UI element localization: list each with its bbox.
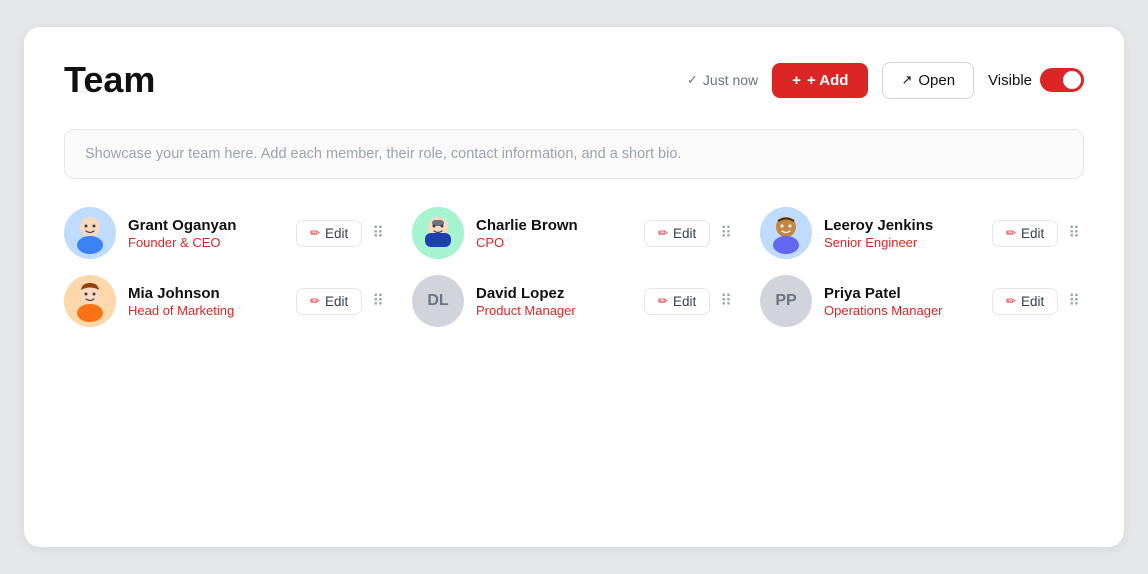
member-row: Mia Johnson Head of Marketing ✏ Edit ⠿	[64, 275, 388, 327]
drag-handle-icon[interactable]: ⠿	[1064, 221, 1084, 245]
plus-icon: +	[792, 72, 801, 89]
drag-handle-icon[interactable]: ⠿	[716, 221, 736, 245]
team-card: Team ✓ Just now + + Add ↗ Open Visible	[24, 27, 1124, 547]
toggle-slider	[1040, 68, 1084, 92]
drag-handle-icon[interactable]: ⠿	[716, 289, 736, 313]
edit-icon: ✏	[310, 226, 320, 240]
edit-label: Edit	[673, 226, 696, 241]
description-box: Showcase your team here. Add each member…	[64, 129, 1084, 179]
member-role: Operations Manager	[824, 303, 980, 318]
member-info: Mia Johnson Head of Marketing	[128, 284, 284, 319]
page-title: Team	[64, 59, 155, 101]
visible-label: Visible	[988, 72, 1032, 89]
member-name: Charlie Brown	[476, 216, 632, 236]
member-name: Grant Oganyan	[128, 216, 284, 236]
edit-label: Edit	[325, 294, 348, 309]
edit-icon: ✏	[1006, 226, 1016, 240]
add-button[interactable]: + + Add	[772, 63, 868, 98]
member-name: David Lopez	[476, 284, 632, 304]
member-role: Head of Marketing	[128, 303, 284, 318]
edit-label: Edit	[673, 294, 696, 309]
edit-label: Edit	[1021, 226, 1044, 241]
edit-icon: ✏	[658, 226, 668, 240]
member-actions: ✏ Edit ⠿	[644, 220, 736, 247]
drag-handle-icon[interactable]: ⠿	[1064, 289, 1084, 313]
saved-text: Just now	[703, 72, 758, 88]
description-text: Showcase your team here. Add each member…	[85, 146, 681, 162]
avatar: DL	[412, 275, 464, 327]
open-label: Open	[918, 72, 955, 89]
add-label: + Add	[807, 72, 849, 89]
edit-button[interactable]: ✏ Edit	[644, 288, 710, 315]
member-row: Leeroy Jenkins Senior Engineer ✏ Edit ⠿	[760, 207, 1084, 259]
visible-toggle[interactable]	[1040, 68, 1084, 92]
edit-button[interactable]: ✏ Edit	[992, 288, 1058, 315]
member-info: Priya Patel Operations Manager	[824, 284, 980, 319]
member-info: Leeroy Jenkins Senior Engineer	[824, 216, 980, 251]
member-name: Priya Patel	[824, 284, 980, 304]
saved-badge: ✓ Just now	[687, 72, 758, 88]
member-actions: ✏ Edit ⠿	[296, 220, 388, 247]
edit-button[interactable]: ✏ Edit	[296, 220, 362, 247]
avatar-initials: PP	[775, 292, 796, 310]
avatar-initials: DL	[427, 292, 448, 310]
avatar: PP	[760, 275, 812, 327]
avatar	[412, 207, 464, 259]
member-row: DL David Lopez Product Manager ✏ Edit ⠿	[412, 275, 736, 327]
member-info: Grant Oganyan Founder & CEO	[128, 216, 284, 251]
member-role: Senior Engineer	[824, 235, 980, 250]
member-info: Charlie Brown CPO	[476, 216, 632, 251]
edit-icon: ✏	[310, 294, 320, 308]
header: Team ✓ Just now + + Add ↗ Open Visible	[64, 59, 1084, 101]
edit-label: Edit	[325, 226, 348, 241]
member-role: CPO	[476, 235, 632, 250]
header-actions: ✓ Just now + + Add ↗ Open Visible	[687, 62, 1084, 99]
edit-button[interactable]: ✏ Edit	[992, 220, 1058, 247]
member-actions: ✏ Edit ⠿	[992, 220, 1084, 247]
edit-button[interactable]: ✏ Edit	[644, 220, 710, 247]
team-grid: Grant Oganyan Founder & CEO ✏ Edit ⠿	[64, 207, 1084, 327]
drag-handle-icon[interactable]: ⠿	[368, 221, 388, 245]
check-icon: ✓	[687, 72, 698, 88]
edit-label: Edit	[1021, 294, 1044, 309]
edit-icon: ✏	[1006, 294, 1016, 308]
member-role: Founder & CEO	[128, 235, 284, 250]
member-info: David Lopez Product Manager	[476, 284, 632, 319]
avatar	[64, 275, 116, 327]
member-name: Mia Johnson	[128, 284, 284, 304]
avatar	[64, 207, 116, 259]
open-icon: ↗	[901, 72, 912, 88]
member-actions: ✏ Edit ⠿	[296, 288, 388, 315]
edit-icon: ✏	[658, 294, 668, 308]
member-row: Charlie Brown CPO ✏ Edit ⠿	[412, 207, 736, 259]
member-role: Product Manager	[476, 303, 632, 318]
member-row: Grant Oganyan Founder & CEO ✏ Edit ⠿	[64, 207, 388, 259]
member-row: PP Priya Patel Operations Manager ✏ Edit…	[760, 275, 1084, 327]
member-actions: ✏ Edit ⠿	[992, 288, 1084, 315]
member-name: Leeroy Jenkins	[824, 216, 980, 236]
open-button[interactable]: ↗ Open	[882, 62, 974, 99]
member-actions: ✏ Edit ⠿	[644, 288, 736, 315]
visible-control: Visible	[988, 68, 1084, 92]
avatar	[760, 207, 812, 259]
edit-button[interactable]: ✏ Edit	[296, 288, 362, 315]
drag-handle-icon[interactable]: ⠿	[368, 289, 388, 313]
